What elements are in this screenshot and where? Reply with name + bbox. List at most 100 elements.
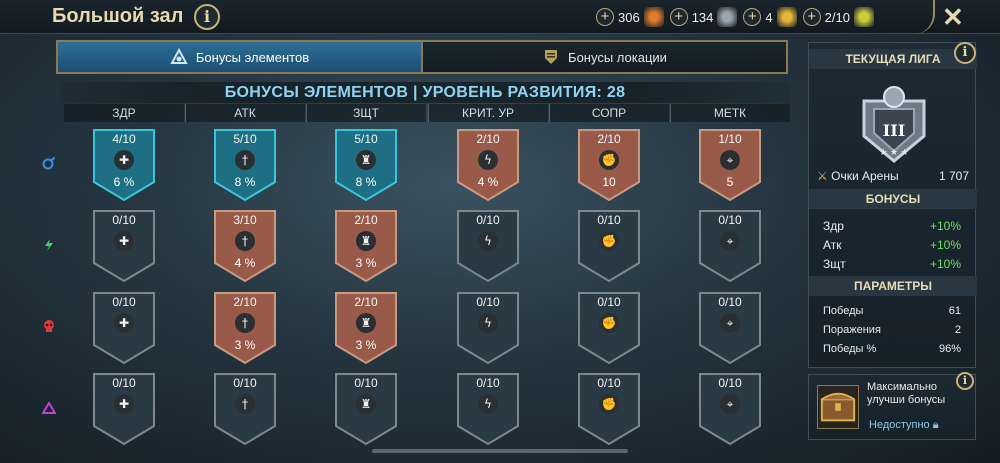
- max-upgrade-panel[interactable]: Максимально улучши бонусы Недоступно 🔒︎: [808, 374, 976, 440]
- crossed-swords-icon: ⚔: [817, 169, 828, 183]
- tab-bar: Бонусы элементов Бонусы локации: [56, 40, 788, 74]
- info-button[interactable]: i: [194, 4, 220, 30]
- crit-icon: ϟ: [478, 394, 498, 414]
- spirit-affinity-icon: [45, 239, 53, 251]
- column-header: ЗЩТ: [306, 104, 426, 122]
- health-icon: ✚: [114, 150, 134, 170]
- bonus-row: Здр +10%: [823, 219, 961, 233]
- badge-level: 0/10: [718, 376, 742, 390]
- bonus-badge[interactable]: 0/10 ϟ: [456, 291, 520, 365]
- badge-value: 10: [602, 175, 616, 189]
- resource-value: 4: [765, 9, 773, 25]
- section-heading: БОНУСЫ ЭЛЕМЕНТОВ | УРОВЕНЬ РАЗВИТИЯ: 28: [60, 82, 790, 103]
- gold-coin-icon: [853, 7, 874, 27]
- arena-points-label: ⚔ Очки Арены: [817, 169, 899, 183]
- badge-value: 8 %: [234, 175, 256, 189]
- tab-label: Бонусы элементов: [195, 49, 310, 65]
- bonus-badge[interactable]: 0/10 ⌖: [698, 291, 762, 365]
- shield-stripes-icon: [545, 50, 558, 64]
- badge-level: 0/10: [476, 376, 500, 390]
- league-info-button[interactable]: i: [954, 42, 976, 64]
- accuracy-icon: ⌖: [720, 313, 740, 333]
- upgrade-info-button[interactable]: i: [956, 372, 974, 390]
- column-separator: [306, 104, 307, 122]
- bonus-badge[interactable]: 1/10 ⌖ 5: [698, 128, 762, 202]
- add-resource-button[interactable]: +: [669, 8, 688, 26]
- resist-icon: ✊: [599, 231, 619, 251]
- badge-value: 3 %: [234, 338, 256, 352]
- badge-level: 0/10: [112, 376, 136, 390]
- param-row: Победы 61: [823, 305, 961, 317]
- bonus-badge[interactable]: 0/10 ✚: [92, 372, 156, 446]
- chest-icon: [817, 385, 859, 429]
- bonus-badge[interactable]: 0/10 ϟ: [456, 209, 520, 283]
- badge-value: 5: [726, 175, 734, 189]
- resource-item: +2/10: [802, 5, 874, 29]
- defense-icon: ♜: [356, 313, 376, 333]
- add-resource-button[interactable]: +: [743, 8, 762, 26]
- attack-icon: †: [235, 394, 255, 414]
- bonus-badge[interactable]: 0/10 †: [213, 372, 277, 446]
- bonuses-title: БОНУСЫ: [809, 189, 977, 209]
- badge-level: 5/10: [233, 132, 257, 146]
- accuracy-icon: ⌖: [720, 150, 740, 170]
- bonus-badge[interactable]: 0/10 ♜: [334, 372, 398, 446]
- silver-rank-icon: [717, 7, 738, 27]
- params-title: ПАРАМЕТРЫ: [809, 276, 977, 296]
- resource-item: +4: [743, 5, 797, 29]
- bonus-badge[interactable]: 3/10 † 4 %: [213, 209, 277, 283]
- arena-points-row: ⚔ Очки Арены 1 707: [817, 169, 969, 183]
- top-bar: Большой зал i +306 +134 +4 +2/10 ✕: [0, 0, 1000, 34]
- tab-location-bonuses[interactable]: Бонусы локации: [421, 42, 786, 72]
- bonus-badge[interactable]: 0/10 ✚: [92, 291, 156, 365]
- tab-label: Бонусы локации: [568, 49, 667, 65]
- bonus-badge[interactable]: 5/10 ♜ 8 %: [334, 128, 398, 202]
- corner-decoration: [905, 0, 935, 34]
- gold-rank-icon: [776, 7, 797, 27]
- bonus-badge[interactable]: 2/10 † 3 %: [213, 291, 277, 365]
- bonus-badge[interactable]: 2/10 ✊ 10: [577, 128, 641, 202]
- badge-value: 8 %: [355, 175, 377, 189]
- resource-item: +306: [596, 5, 664, 29]
- health-icon: ✚: [114, 394, 134, 414]
- badge-level: 3/10: [233, 213, 257, 227]
- bonus-badge[interactable]: 2/10 ♜ 3 %: [334, 209, 398, 283]
- bonus-badge[interactable]: 0/10 ✚: [92, 209, 156, 283]
- badge-level: 5/10: [354, 132, 378, 146]
- resource-bar: +306 +134 +4 +2/10: [596, 5, 874, 29]
- param-row: Победы % 96%: [823, 343, 961, 355]
- attack-icon: †: [235, 231, 255, 251]
- badge-level: 0/10: [597, 213, 621, 227]
- close-button[interactable]: ✕: [942, 2, 964, 33]
- bonus-badge[interactable]: 4/10 ✚ 6 %: [92, 128, 156, 202]
- resist-icon: ✊: [599, 394, 619, 414]
- add-resource-button[interactable]: +: [802, 8, 821, 26]
- bonus-badge[interactable]: 2/10 ϟ 4 %: [456, 128, 520, 202]
- add-resource-button[interactable]: +: [596, 8, 614, 26]
- badge-level: 0/10: [597, 376, 621, 390]
- column-header: КРИТ. УР: [428, 104, 548, 122]
- badge-level: 0/10: [718, 295, 742, 309]
- scroll-indicator[interactable]: [372, 449, 628, 453]
- bonus-row: Атк +10%: [823, 238, 961, 252]
- bonus-badge[interactable]: 0/10 ✊: [577, 209, 641, 283]
- resource-value: 306: [618, 9, 640, 25]
- bonus-badge[interactable]: 0/10 ϟ: [456, 372, 520, 446]
- badge-level: 2/10: [354, 295, 378, 309]
- badge-level: 2/10: [354, 213, 378, 227]
- bonus-badge[interactable]: 5/10 † 8 %: [213, 128, 277, 202]
- upgrade-status: Недоступно 🔒︎: [869, 419, 939, 431]
- bonus-badge[interactable]: 0/10 ✊: [577, 291, 641, 365]
- defense-icon: ♜: [356, 231, 376, 251]
- column-header: АТК: [185, 104, 305, 122]
- bonus-badge[interactable]: 0/10 ⌖: [698, 372, 762, 446]
- bonus-badge[interactable]: 0/10 ⌖: [698, 209, 762, 283]
- health-icon: ✚: [114, 313, 134, 333]
- force-affinity-icon: [44, 320, 54, 332]
- bonus-badge[interactable]: 0/10 ✊: [577, 372, 641, 446]
- accuracy-icon: ⌖: [720, 394, 740, 414]
- column-separator: [670, 104, 671, 122]
- arena-points-value: 1 707: [938, 169, 969, 183]
- tab-element-bonuses[interactable]: Бонусы элементов: [58, 42, 421, 72]
- bonus-badge[interactable]: 2/10 ♜ 3 %: [334, 291, 398, 365]
